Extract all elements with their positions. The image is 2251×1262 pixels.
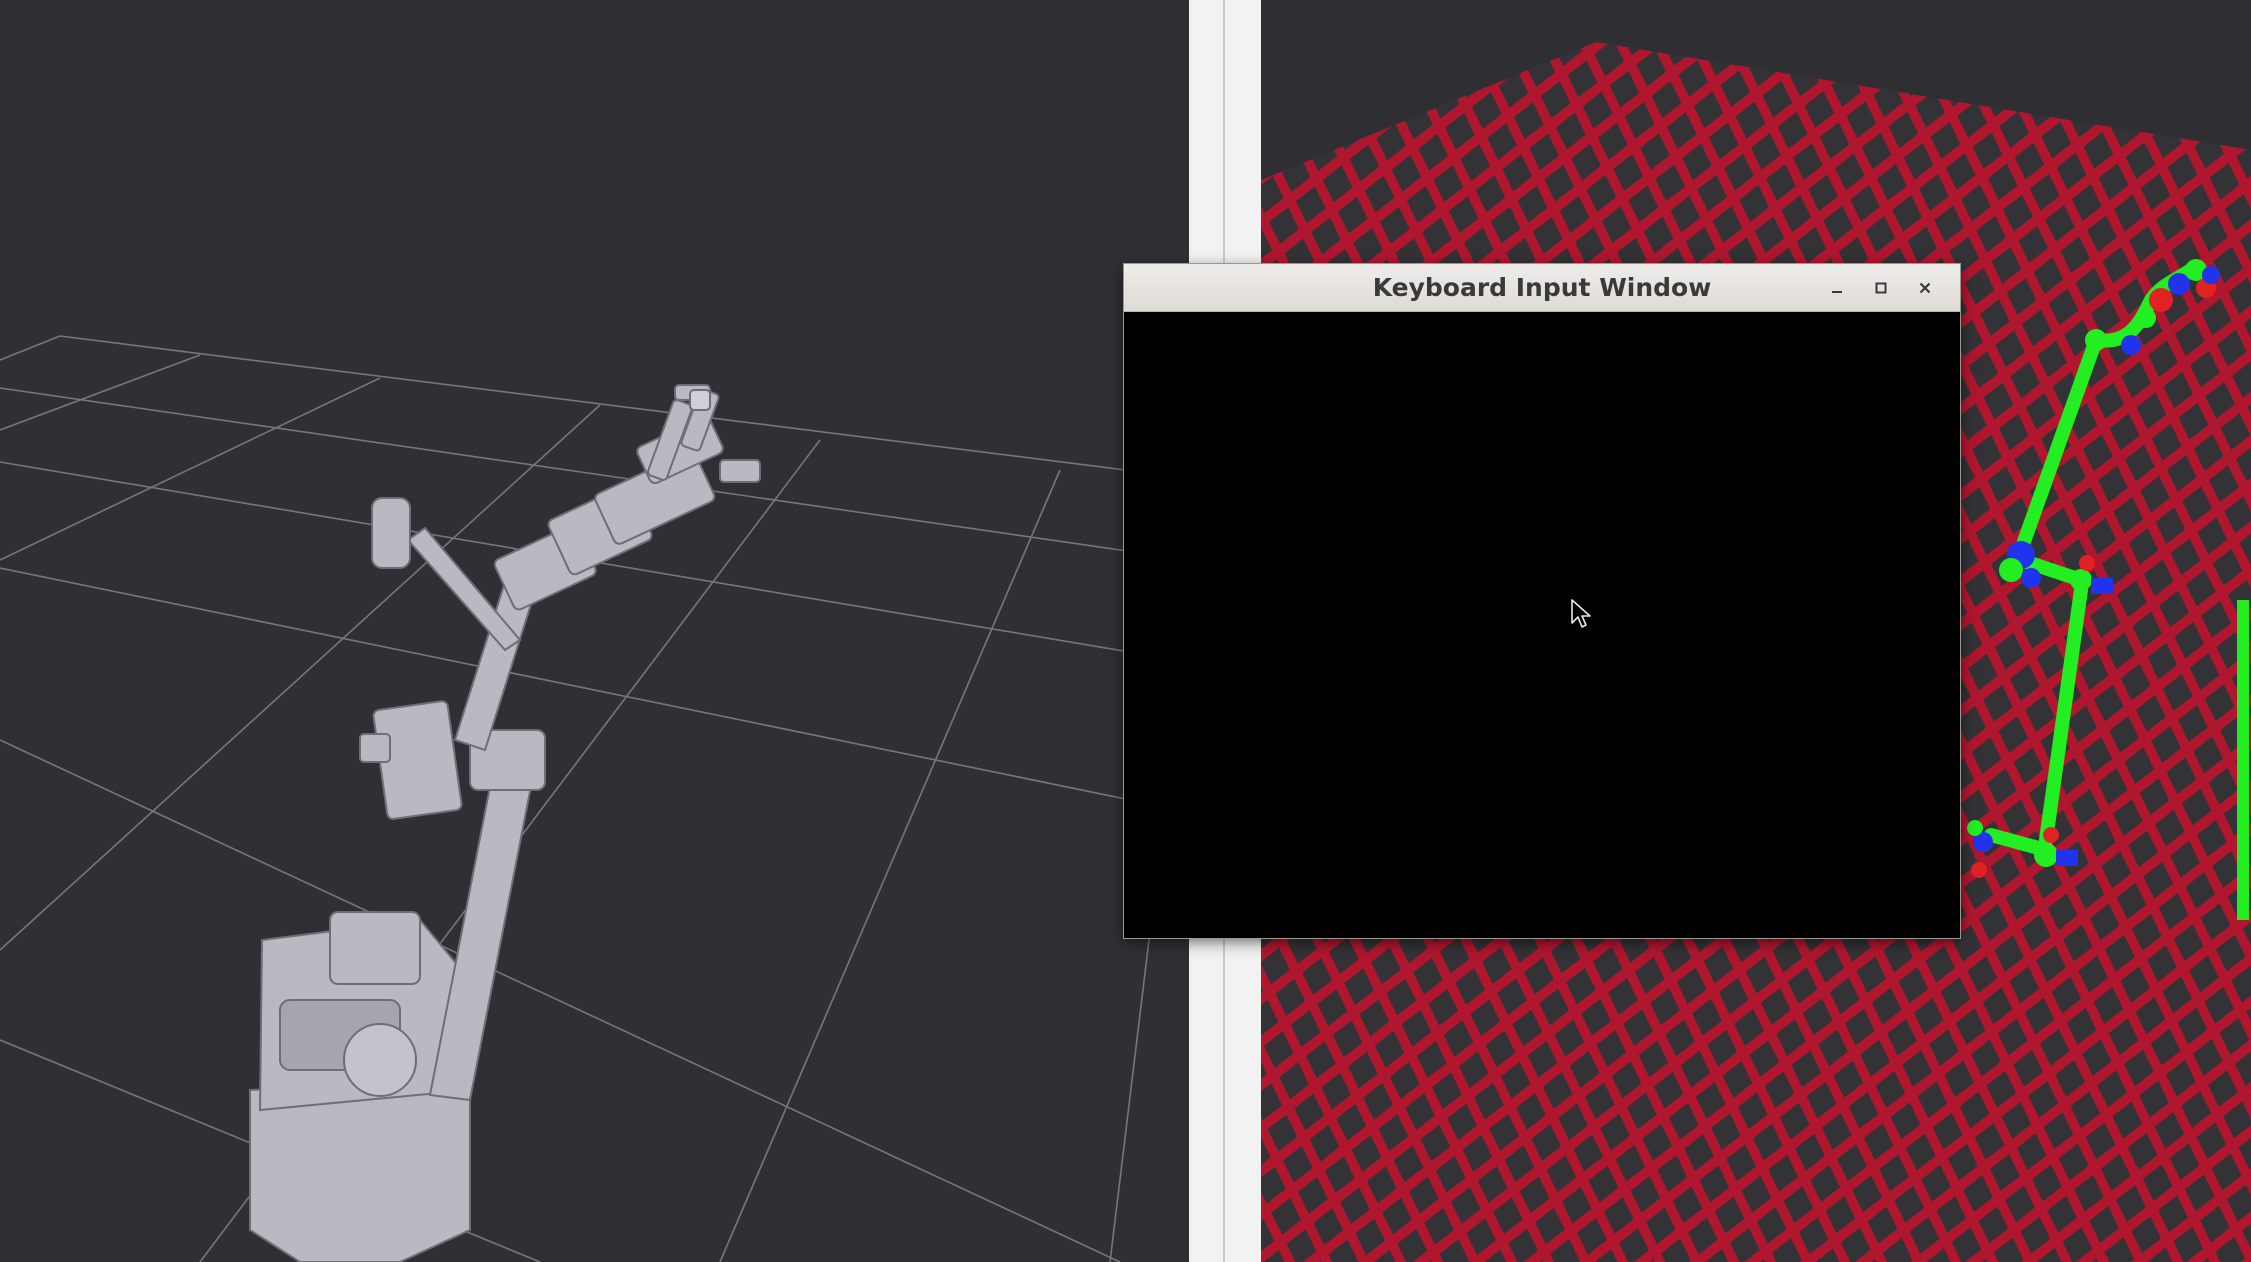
left-grid-floor: [0, 335, 1189, 1262]
maximize-icon: [1873, 280, 1889, 296]
minimize-button[interactable]: [1822, 273, 1852, 303]
close-icon: [1917, 280, 1933, 296]
keyboard-input-window[interactable]: Keyboard Input Window: [1124, 264, 1960, 938]
mouse-pointer-icon: [1570, 598, 1592, 630]
minimize-icon: [1829, 280, 1845, 296]
left-3d-viewport[interactable]: [0, 0, 1189, 1262]
keyboard-input-area[interactable]: [1124, 312, 1960, 938]
window-titlebar[interactable]: Keyboard Input Window: [1124, 264, 1960, 312]
close-button[interactable]: [1910, 273, 1940, 303]
maximize-button[interactable]: [1866, 273, 1896, 303]
